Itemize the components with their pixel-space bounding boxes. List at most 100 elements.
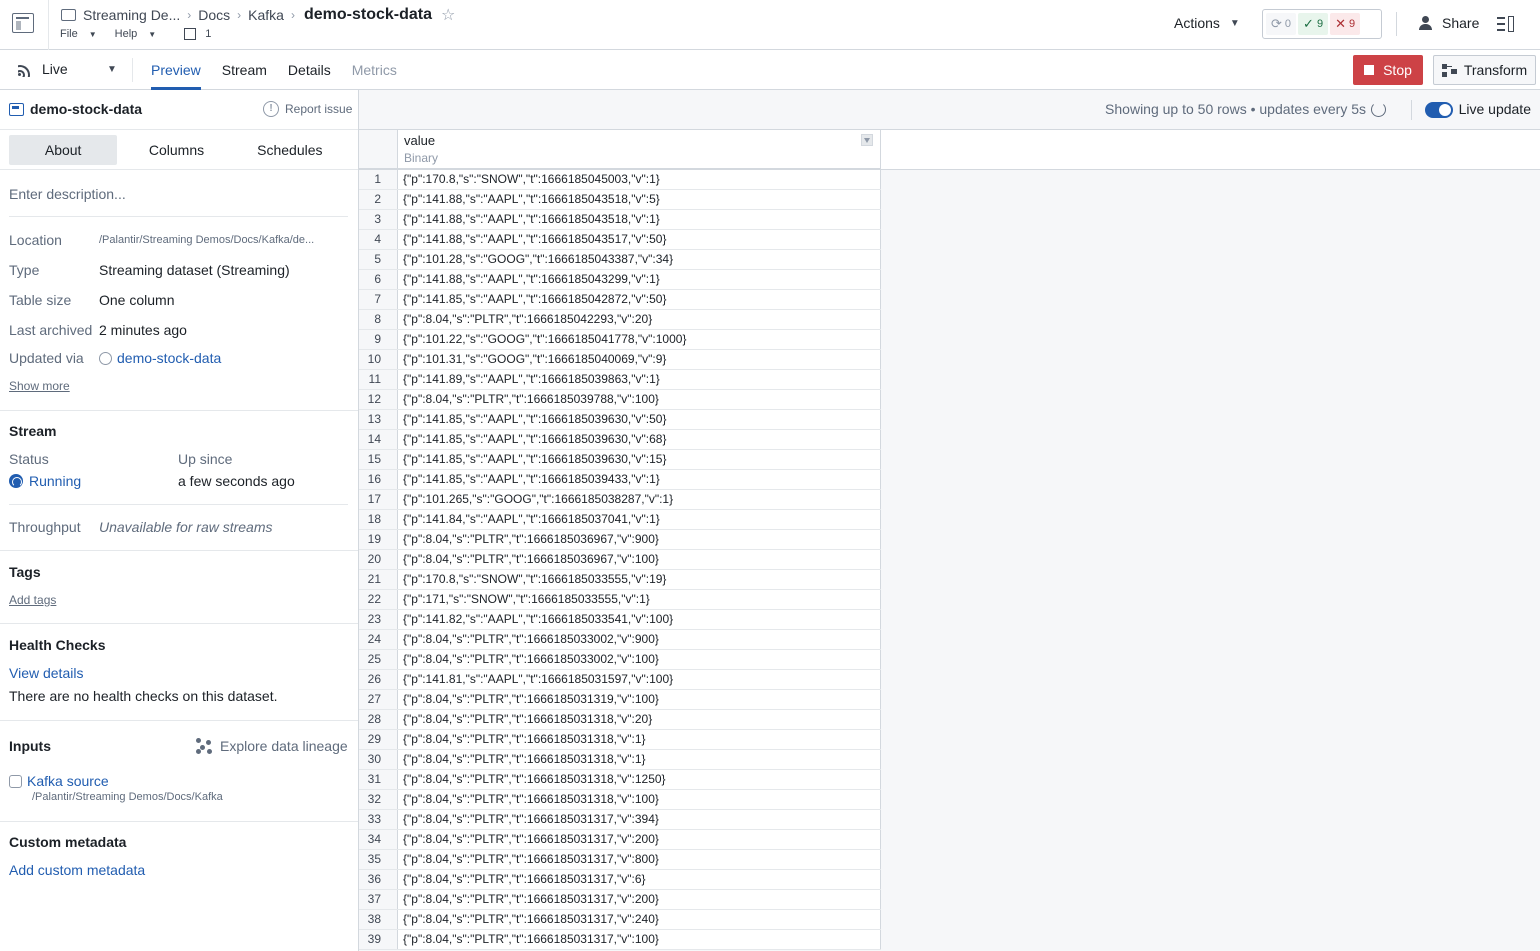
table-cell[interactable]: {"p":101.22,"s":"GOOG","t":1666185041778… — [398, 330, 881, 349]
table-row[interactable]: 19 {"p":8.04,"s":"PLTR","t":1666185036967… — [359, 530, 881, 550]
add-tags-link[interactable]: Add tags — [9, 593, 56, 607]
table-cell[interactable]: {"p":8.04,"s":"PLTR","t":1666185033002,"… — [398, 650, 881, 669]
table-row[interactable]: 18 {"p":141.84,"s":"AAPL","t":16661850370… — [359, 510, 881, 530]
kafka-source-link[interactable]: Kafka source — [9, 773, 109, 789]
table-row[interactable]: 36 {"p":8.04,"s":"PLTR","t":1666185031317… — [359, 870, 881, 890]
health-checks-summary[interactable]: ⟳ 0 ✓ 9 ✕ 9 — [1262, 9, 1382, 39]
table-row[interactable]: 21 {"p":170.8,"s":"SNOW","t":166618503355… — [359, 570, 881, 590]
live-update-toggle[interactable] — [1425, 102, 1453, 118]
tab-stream[interactable]: Stream — [222, 50, 267, 90]
report-issue-button[interactable]: ! Report issue — [263, 101, 352, 117]
table-cell[interactable]: {"p":141.89,"s":"AAPL","t":1666185039863… — [398, 370, 881, 389]
column-menu-icon[interactable] — [861, 134, 873, 146]
table-row[interactable]: 6 {"p":141.88,"s":"AAPL","t":166618504329… — [359, 270, 881, 290]
table-cell[interactable]: {"p":101.265,"s":"GOOG","t":166618503828… — [398, 490, 881, 509]
table-cell[interactable]: {"p":8.04,"s":"PLTR","t":1666185031317,"… — [398, 930, 881, 949]
branch-indicator[interactable]: 1 — [184, 28, 220, 40]
table-row[interactable]: 25 {"p":8.04,"s":"PLTR","t":1666185033002… — [359, 650, 881, 670]
table-row[interactable]: 13 {"p":141.85,"s":"AAPL","t":16661850396… — [359, 410, 881, 430]
table-cell[interactable]: {"p":8.04,"s":"PLTR","t":1666185031317,"… — [398, 850, 881, 869]
table-cell[interactable]: {"p":8.04,"s":"PLTR","t":1666185031317,"… — [398, 810, 881, 829]
table-cell[interactable]: {"p":8.04,"s":"PLTR","t":1666185031317,"… — [398, 830, 881, 849]
table-cell[interactable]: {"p":141.85,"s":"AAPL","t":1666185039630… — [398, 430, 881, 449]
table-row[interactable]: 3 {"p":141.88,"s":"AAPL","t":166618504351… — [359, 210, 881, 230]
location-value[interactable]: /Palantir/Streaming Demos/Docs/Kafka/de.… — [99, 234, 314, 246]
column-header-value[interactable]: value Binary — [398, 130, 881, 170]
table-cell[interactable]: {"p":8.04,"s":"PLTR","t":1666185031317,"… — [398, 910, 881, 929]
file-menu[interactable]: File ▼ — [60, 28, 106, 40]
star-icon[interactable]: ☆ — [441, 5, 455, 25]
table-row[interactable]: 39 {"p":8.04,"s":"PLTR","t":1666185031317… — [359, 930, 881, 950]
table-cell[interactable]: {"p":141.85,"s":"AAPL","t":1666185039433… — [398, 470, 881, 489]
table-cell[interactable]: {"p":8.04,"s":"PLTR","t":1666185036967,"… — [398, 550, 881, 569]
table-row[interactable]: 14 {"p":141.85,"s":"AAPL","t":16661850396… — [359, 430, 881, 450]
table-row[interactable]: 17 {"p":101.265,"s":"GOOG","t":1666185038… — [359, 490, 881, 510]
share-button[interactable]: Share — [1418, 15, 1479, 31]
table-cell[interactable]: {"p":8.04,"s":"PLTR","t":1666185031317,"… — [398, 870, 881, 889]
table-row[interactable]: 8 {"p":8.04,"s":"PLTR","t":1666185042293,… — [359, 310, 881, 330]
table-cell[interactable]: {"p":8.04,"s":"PLTR","t":1666185031318,"… — [398, 730, 881, 749]
table-cell[interactable]: {"p":8.04,"s":"PLTR","t":1666185031319,"… — [398, 690, 881, 709]
transform-button[interactable]: Transform — [1433, 55, 1536, 85]
view-details-link[interactable]: View details — [9, 665, 83, 681]
table-row[interactable]: 24 {"p":8.04,"s":"PLTR","t":1666185033002… — [359, 630, 881, 650]
table-row[interactable]: 20 {"p":8.04,"s":"PLTR","t":1666185036967… — [359, 550, 881, 570]
table-cell[interactable]: {"p":101.31,"s":"GOOG","t":1666185040069… — [398, 350, 881, 369]
table-row[interactable]: 32 {"p":8.04,"s":"PLTR","t":1666185031318… — [359, 790, 881, 810]
table-row[interactable]: 7 {"p":141.85,"s":"AAPL","t":166618504287… — [359, 290, 881, 310]
table-row[interactable]: 34 {"p":8.04,"s":"PLTR","t":1666185031317… — [359, 830, 881, 850]
table-cell[interactable]: {"p":171,"s":"SNOW","t":1666185033555,"v… — [398, 590, 881, 609]
description-input[interactable]: Enter description... — [9, 186, 126, 202]
table-cell[interactable]: {"p":170.8,"s":"SNOW","t":1666185033555,… — [398, 570, 881, 589]
table-row[interactable]: 12 {"p":8.04,"s":"PLTR","t":1666185039788… — [359, 390, 881, 410]
breadcrumb-item[interactable]: Streaming De... — [83, 7, 180, 23]
tab-about[interactable]: About — [9, 134, 118, 165]
table-cell[interactable]: {"p":141.85,"s":"AAPL","t":1666185039630… — [398, 450, 881, 469]
table-cell[interactable]: {"p":141.88,"s":"AAPL","t":1666185043299… — [398, 270, 881, 289]
table-cell[interactable]: {"p":101.28,"s":"GOOG","t":1666185043387… — [398, 250, 881, 269]
table-cell[interactable]: {"p":8.04,"s":"PLTR","t":1666185031318,"… — [398, 770, 881, 789]
tab-preview[interactable]: Preview — [151, 50, 201, 90]
breadcrumb-item[interactable]: Kafka — [248, 7, 284, 23]
table-cell[interactable]: {"p":8.04,"s":"PLTR","t":1666185033002,"… — [398, 630, 881, 649]
table-cell[interactable]: {"p":8.04,"s":"PLTR","t":1666185042293,"… — [398, 310, 881, 329]
tab-columns[interactable]: Columns — [122, 135, 230, 165]
table-cell[interactable]: {"p":8.04,"s":"PLTR","t":1666185036967,"… — [398, 530, 881, 549]
table-row[interactable]: 2 {"p":141.88,"s":"AAPL","t":166618504351… — [359, 190, 881, 210]
table-row[interactable]: 4 {"p":141.88,"s":"AAPL","t":166618504351… — [359, 230, 881, 250]
caret-down-icon[interactable]: ▼ — [107, 64, 117, 75]
help-menu[interactable]: Help ▼ — [115, 28, 166, 40]
table-cell[interactable]: {"p":8.04,"s":"PLTR","t":1666185031318,"… — [398, 750, 881, 769]
table-cell[interactable]: {"p":141.85,"s":"AAPL","t":1666185039630… — [398, 410, 881, 429]
table-cell[interactable]: {"p":141.88,"s":"AAPL","t":1666185043517… — [398, 230, 881, 249]
table-row[interactable]: 37 {"p":8.04,"s":"PLTR","t":1666185031317… — [359, 890, 881, 910]
table-cell[interactable]: {"p":141.88,"s":"AAPL","t":1666185043518… — [398, 190, 881, 209]
table-cell[interactable]: {"p":141.81,"s":"AAPL","t":1666185031597… — [398, 670, 881, 689]
table-row[interactable]: 9 {"p":101.22,"s":"GOOG","t":166618504177… — [359, 330, 881, 350]
table-row[interactable]: 35 {"p":8.04,"s":"PLTR","t":1666185031317… — [359, 850, 881, 870]
table-cell[interactable]: {"p":8.04,"s":"PLTR","t":1666185031317,"… — [398, 890, 881, 909]
table-row[interactable]: 30 {"p":8.04,"s":"PLTR","t":1666185031318… — [359, 750, 881, 770]
table-row[interactable]: 27 {"p":8.04,"s":"PLTR","t":1666185031319… — [359, 690, 881, 710]
table-row[interactable]: 11 {"p":141.89,"s":"AAPL","t":16661850398… — [359, 370, 881, 390]
app-sidebar-icon[interactable] — [12, 13, 34, 33]
table-cell[interactable]: {"p":8.04,"s":"PLTR","t":1666185039788,"… — [398, 390, 881, 409]
table-row[interactable]: 26 {"p":141.81,"s":"AAPL","t":16661850315… — [359, 670, 881, 690]
table-row[interactable]: 31 {"p":8.04,"s":"PLTR","t":1666185031318… — [359, 770, 881, 790]
table-cell[interactable]: {"p":141.88,"s":"AAPL","t":1666185043518… — [398, 210, 881, 229]
table-row[interactable]: 23 {"p":141.82,"s":"AAPL","t":16661850335… — [359, 610, 881, 630]
table-row[interactable]: 1 {"p":170.8,"s":"SNOW","t":1666185045003… — [359, 170, 881, 190]
table-cell[interactable]: {"p":8.04,"s":"PLTR","t":1666185031318,"… — [398, 790, 881, 809]
table-row[interactable]: 33 {"p":8.04,"s":"PLTR","t":1666185031317… — [359, 810, 881, 830]
actions-menu[interactable]: Actions ▼ — [1174, 15, 1240, 31]
show-more-link[interactable]: Show more — [9, 379, 70, 393]
table-cell[interactable]: {"p":141.85,"s":"AAPL","t":1666185042872… — [398, 290, 881, 309]
stop-button[interactable]: Stop — [1353, 55, 1423, 85]
table-cell[interactable]: {"p":170.8,"s":"SNOW","t":1666185045003,… — [398, 170, 881, 189]
table-row[interactable]: 28 {"p":8.04,"s":"PLTR","t":1666185031318… — [359, 710, 881, 730]
table-row[interactable]: 5 {"p":101.28,"s":"GOOG","t":166618504338… — [359, 250, 881, 270]
updated-via-link[interactable]: demo-stock-data — [99, 350, 221, 366]
table-cell[interactable]: {"p":8.04,"s":"PLTR","t":1666185031318,"… — [398, 710, 881, 729]
refresh-interval-icon[interactable] — [1371, 101, 1386, 117]
tab-details[interactable]: Details — [288, 50, 331, 90]
